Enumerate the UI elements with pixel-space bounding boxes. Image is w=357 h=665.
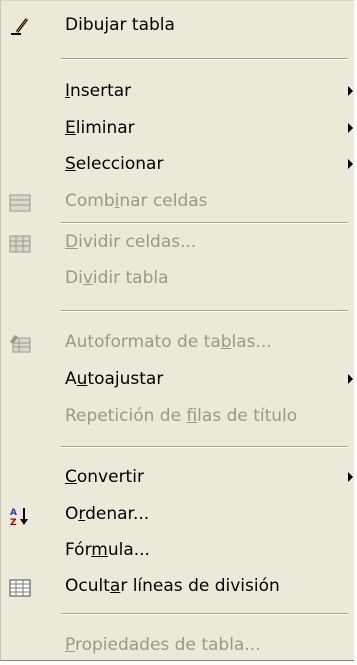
menu-item-combinar-celdas[interactable]: Combinar celdas (1, 184, 355, 218)
menu-item-label: Fórmula... (65, 540, 150, 560)
menu-item-label: Combinar celdas (65, 191, 208, 211)
menu-item-label: Repetición de filas de título (65, 406, 298, 426)
merge-cells-icon (9, 191, 31, 212)
split-cells-icon (9, 232, 31, 253)
table-menu: Dibujar tabla Insertar Eliminar Seleccio… (0, 0, 354, 661)
menu-item-label: Ocultar líneas de división (65, 576, 280, 596)
menu-item-propiedades-de-tabla[interactable]: Propiedades de tabla... (1, 628, 355, 662)
sort-az-icon: A Z (9, 504, 31, 528)
submenu-arrow-icon (348, 159, 353, 169)
menu-item-label: Eliminar (65, 118, 135, 138)
submenu-arrow-icon (348, 86, 353, 96)
submenu-arrow-icon (348, 123, 353, 133)
menu-item-label: Dividir tabla (65, 268, 169, 288)
menu-item-label: Dividir celdas... (65, 232, 197, 252)
submenu-arrow-icon (348, 374, 353, 384)
submenu-arrow-icon (348, 472, 353, 482)
svg-text:Z: Z (10, 518, 17, 526)
menu-item-dibujar-tabla[interactable]: Dibujar tabla (1, 8, 355, 42)
menu-item-label: Propiedades de tabla... (65, 635, 261, 655)
menu-separator (61, 58, 348, 60)
menu-item-ocultar-lineas-de-division[interactable]: Ocultar líneas de división (1, 569, 355, 603)
menu-item-label: Insertar (65, 81, 132, 101)
menu-item-label: Autoformato de tablas... (65, 332, 272, 352)
menu-item-label: Ordenar... (65, 504, 150, 524)
menu-item-eliminar[interactable]: Eliminar (1, 111, 355, 145)
gridlines-icon (9, 576, 31, 597)
menu-item-label: Dibujar tabla (65, 15, 175, 35)
menu-item-autoajustar[interactable]: Autoajustar (1, 362, 355, 396)
menu-item-formula[interactable]: Fórmula... (1, 533, 355, 567)
autoformat-icon (9, 332, 31, 353)
menu-item-dividir-celdas[interactable]: Dividir celdas... (1, 225, 355, 259)
menu-item-insertar[interactable]: Insertar (1, 74, 355, 108)
menu-separator (61, 310, 348, 312)
menu-item-convertir[interactable]: Convertir (1, 460, 355, 494)
pencil-icon (9, 15, 31, 35)
menu-separator (61, 613, 348, 615)
menu-separator (61, 222, 348, 224)
menu-item-dividir-tabla[interactable]: Dividir tabla (1, 261, 355, 295)
menu-item-seleccionar[interactable]: Seleccionar (1, 147, 355, 181)
menu-item-repeticion-de-filas-de-titulo[interactable]: Repetición de filas de título (1, 399, 355, 433)
menu-item-label: Autoajustar (65, 369, 164, 389)
menu-item-autoformato-de-tablas[interactable]: Autoformato de tablas... (1, 325, 355, 359)
svg-text:A: A (10, 508, 17, 518)
menu-separator (61, 446, 348, 448)
menu-item-label: Seleccionar (65, 154, 164, 174)
menu-item-label: Convertir (65, 467, 144, 487)
menu-item-ordenar[interactable]: A Z Ordenar... (1, 497, 355, 531)
